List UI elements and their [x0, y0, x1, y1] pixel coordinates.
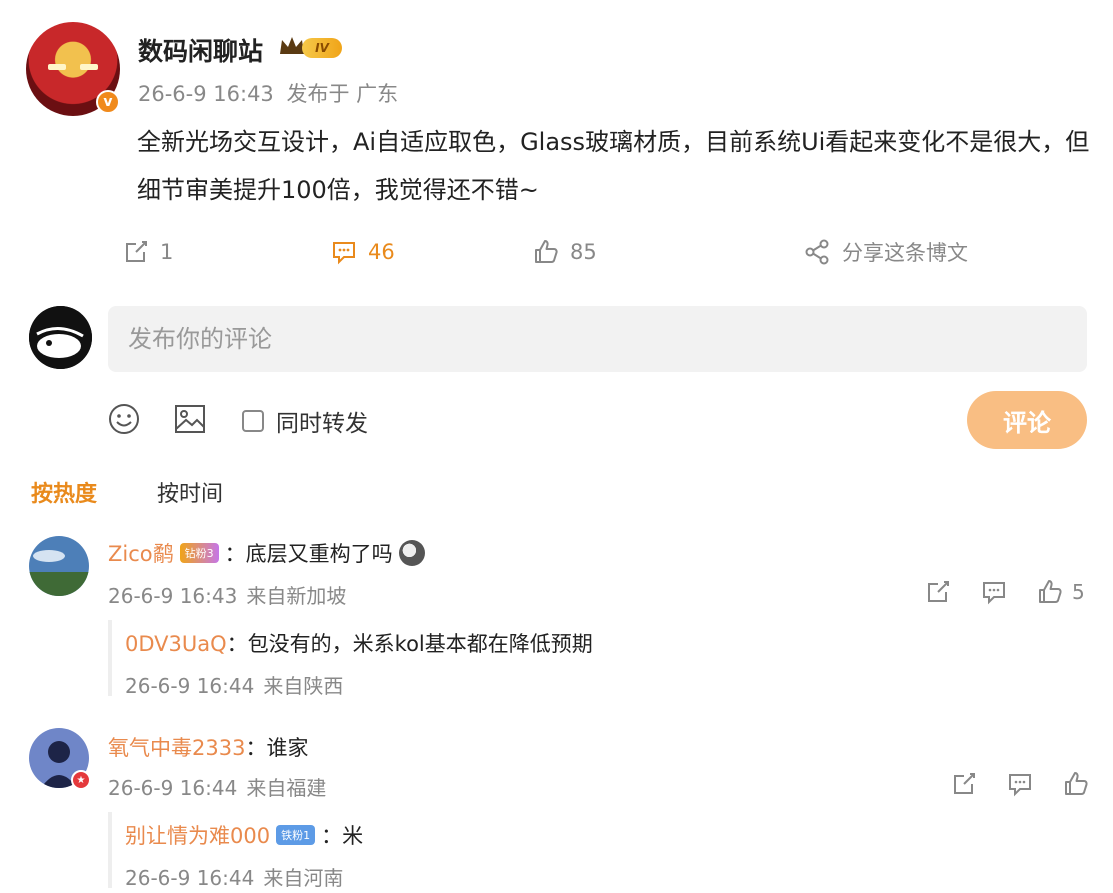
share-button[interactable]: 分享这条博文 [804, 234, 968, 270]
comment-line: 氧气中毒2333：谁家 [108, 732, 308, 762]
repost-checkbox[interactable] [242, 410, 264, 432]
repost-icon [126, 241, 147, 262]
reply-author[interactable]: 别让情为难000 [125, 820, 270, 850]
reply-time: 26-6-9 16:44 [125, 866, 255, 890]
comment-line: Zico鹬 钻粉3 ：底层又重构了吗 [108, 538, 425, 568]
comment-reply-icon[interactable] [1006, 770, 1034, 798]
comment-icon [333, 242, 355, 265]
reply-line: 0DV3UaQ：包没有的，米系kol基本都在降低预期 [125, 628, 593, 658]
emoji-icon[interactable] [107, 402, 141, 436]
thumbs-up-icon [1039, 580, 1062, 603]
comment-like-count: 5 [1072, 580, 1085, 604]
avatar-eye-left [48, 64, 66, 70]
post-meta: 26-6-9 16:43 发布于 广东 [138, 78, 398, 108]
comment-time: 26-6-9 16:43 [108, 584, 238, 608]
commenter-name[interactable]: Zico鹬 [108, 538, 174, 568]
comment-meta: 26-6-9 16:43 来自新加坡 [108, 580, 346, 609]
fan-medal-badge: 钻粉3 [179, 543, 219, 563]
landscape-avatar-icon [29, 536, 89, 596]
share-icon [805, 239, 829, 265]
reply-text: ：米 [321, 824, 364, 848]
post-location: 发布于 广东 [286, 82, 399, 106]
reply-location: 来自河南 [263, 866, 344, 890]
sticker-icon [398, 540, 425, 566]
comment-repost-icon[interactable] [950, 770, 978, 798]
comment-like-icon[interactable] [1062, 770, 1090, 798]
panda-avatar-icon [29, 306, 92, 369]
comment-count: 46 [368, 240, 395, 264]
image-icon[interactable] [173, 402, 207, 436]
comment-text: ：谁家 [245, 736, 309, 760]
reply-time: 26-6-9 16:44 [125, 674, 255, 698]
comment-location: 来自新加坡 [246, 584, 347, 608]
my-avatar[interactable] [29, 306, 92, 369]
tab-sort-hot[interactable]: 按热度 [31, 476, 97, 508]
fan-medal-badge: 铁粉1 [276, 825, 316, 845]
comment-button[interactable]: 46 [330, 234, 395, 270]
comment-repost-icon[interactable] [924, 578, 952, 606]
comment-meta: 26-6-9 16:44 来自福建 [108, 772, 326, 801]
comment-like-button[interactable]: 5 [1036, 578, 1085, 606]
share-label: 分享这条博文 [842, 241, 968, 265]
avatar-eye-right [80, 64, 98, 70]
star-badge-icon: ★ [71, 770, 91, 790]
author-name[interactable]: 数码闲聊站 [138, 32, 263, 68]
reply-line: 别让情为难000 铁粉1 ：米 [125, 820, 363, 850]
comment-reply-icon[interactable] [980, 578, 1008, 606]
reply-divider [108, 620, 112, 696]
thumbs-up-icon [535, 240, 558, 263]
reply-author[interactable]: 0DV3UaQ [125, 632, 227, 656]
post-time: 26-6-9 16:43 [138, 82, 274, 106]
post-content: 全新光场交互设计，Ai自适应取色，Glass玻璃材质，目前系统Ui看起来变化不是… [137, 128, 1090, 204]
reply-text: ：包没有的，米系kol基本都在降低预期 [226, 632, 593, 656]
verified-icon: v [96, 90, 120, 114]
reply-meta: 26-6-9 16:44 来自河南 [125, 862, 343, 891]
commenter-name[interactable]: 氧气中毒2333 [108, 736, 245, 760]
commenter-avatar[interactable] [29, 536, 89, 596]
reply-location: 来自陕西 [263, 674, 344, 698]
repost-checkbox-label: 同时转发 [276, 411, 368, 437]
comment-input[interactable] [108, 306, 1087, 372]
like-button[interactable]: 85 [532, 234, 597, 270]
comment-time: 26-6-9 16:44 [108, 776, 238, 800]
comment-location: 来自福建 [246, 776, 327, 800]
like-count: 85 [570, 240, 597, 264]
repost-count: 1 [160, 240, 174, 264]
repost-button[interactable]: 1 [122, 234, 173, 270]
reply-meta: 26-6-9 16:44 来自陕西 [125, 670, 343, 699]
tab-sort-time[interactable]: 按时间 [157, 476, 223, 508]
reply-divider [108, 812, 112, 888]
comment-text: ：底层又重构了吗 [224, 542, 393, 566]
submit-comment-button[interactable]: 评论 [967, 391, 1087, 449]
level-badge: IV [302, 38, 342, 58]
